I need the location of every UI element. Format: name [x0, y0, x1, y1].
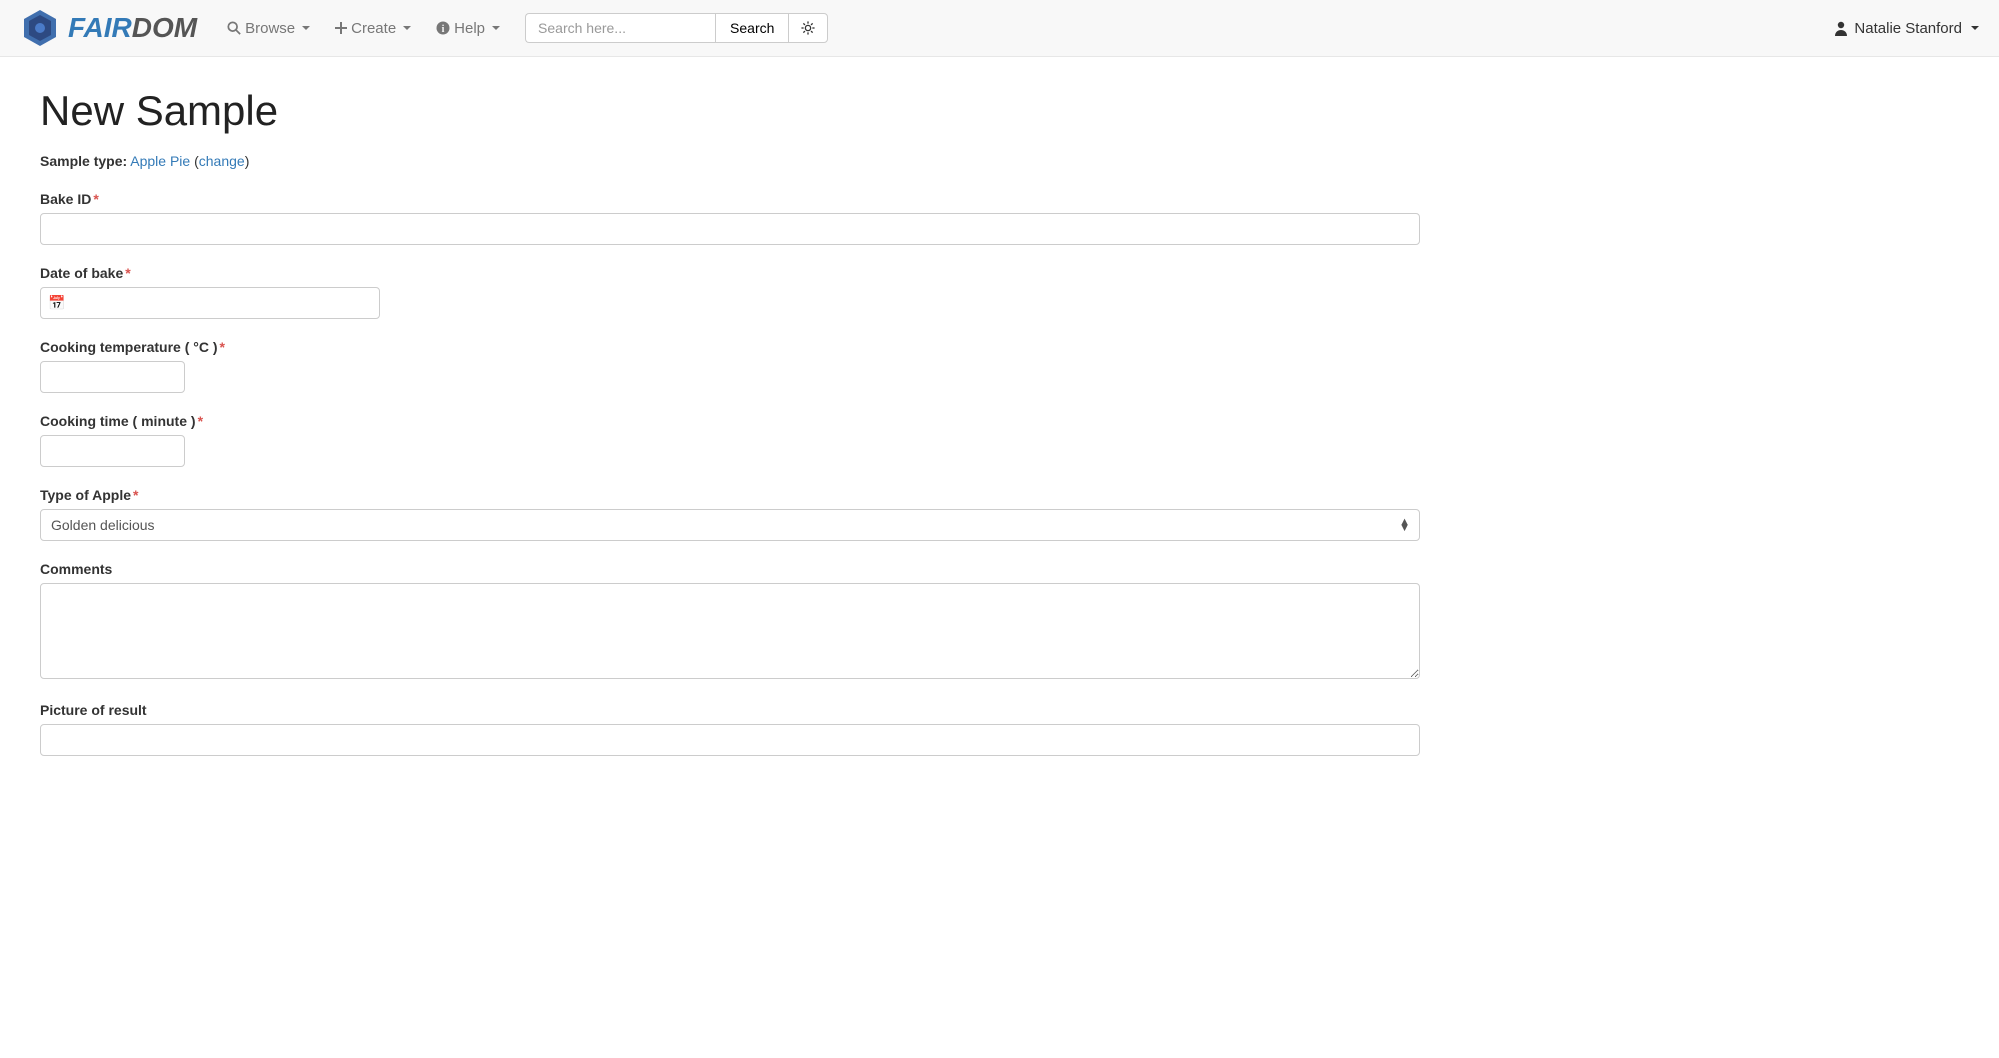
field-cooking-time: Cooking time ( minute )*	[40, 413, 1420, 467]
svg-text:i: i	[442, 24, 445, 35]
required-marker: *	[220, 339, 225, 355]
nav-create[interactable]: Create	[335, 20, 411, 37]
navbar: FAIRDOM Browse Create i Help Search	[0, 0, 1999, 57]
date-of-bake-label: Date of bake*	[40, 265, 1420, 281]
type-of-apple-label: Type of Apple*	[40, 487, 1420, 503]
picture-of-result-input[interactable]	[40, 724, 1420, 756]
bake-id-label: Bake ID*	[40, 191, 1420, 207]
user-icon	[1834, 20, 1848, 36]
main-content: New Sample Sample type: Apple Pie (chang…	[0, 57, 1460, 806]
nav-help[interactable]: i Help	[436, 20, 500, 37]
cooking-temperature-input[interactable]	[40, 361, 185, 393]
logo-link[interactable]: FAIRDOM	[20, 8, 197, 48]
nav-browse[interactable]: Browse	[227, 20, 310, 37]
cooking-time-label: Cooking time ( minute )*	[40, 413, 1420, 429]
search-group: Search	[525, 13, 828, 43]
logo-text-fair: FAIR	[68, 12, 132, 44]
caret-down-icon	[492, 26, 500, 30]
required-marker: *	[133, 487, 138, 503]
picture-of-result-label: Picture of result	[40, 702, 1420, 718]
caret-down-icon	[403, 26, 411, 30]
comments-textarea[interactable]	[40, 583, 1420, 679]
caret-down-icon	[302, 26, 310, 30]
change-sample-type-link[interactable]: change	[199, 153, 245, 169]
fairdom-logo-icon	[20, 8, 60, 48]
field-date-of-bake: Date of bake* 📅	[40, 265, 1420, 319]
search-settings-button[interactable]	[788, 13, 828, 43]
user-menu[interactable]: Natalie Stanford	[1834, 20, 1979, 37]
user-name: Natalie Stanford	[1854, 20, 1962, 37]
date-of-bake-input[interactable]	[40, 287, 380, 319]
search-icon	[227, 21, 241, 35]
nav-create-label: Create	[351, 20, 396, 37]
type-of-apple-select[interactable]: Golden delicious	[40, 509, 1420, 541]
search-button[interactable]: Search	[715, 13, 788, 43]
bake-id-input[interactable]	[40, 213, 1420, 245]
required-marker: *	[93, 191, 98, 207]
caret-down-icon	[1971, 26, 1979, 30]
calendar-icon: 📅	[48, 295, 65, 312]
required-marker: *	[198, 413, 203, 429]
field-comments: Comments	[40, 561, 1420, 682]
sample-type-line: Sample type: Apple Pie (change)	[40, 153, 1420, 169]
sample-type-label: Sample type:	[40, 153, 127, 169]
field-picture-of-result: Picture of result	[40, 702, 1420, 756]
logo-text-dom: DOM	[132, 12, 197, 44]
search-input[interactable]	[525, 13, 715, 43]
cooking-temperature-label: Cooking temperature ( °C )*	[40, 339, 1420, 355]
nav-browse-label: Browse	[245, 20, 295, 37]
required-marker: *	[125, 265, 130, 281]
nav-items: Browse Create i Help	[227, 20, 500, 37]
cooking-time-input[interactable]	[40, 435, 185, 467]
gear-icon	[801, 21, 815, 35]
sample-type-link[interactable]: Apple Pie	[130, 153, 190, 169]
page-title: New Sample	[40, 87, 1420, 135]
plus-icon	[335, 22, 347, 34]
info-icon: i	[436, 21, 450, 35]
field-type-of-apple: Type of Apple* Golden delicious ▲▼	[40, 487, 1420, 541]
comments-label: Comments	[40, 561, 1420, 577]
nav-help-label: Help	[454, 20, 485, 37]
field-bake-id: Bake ID*	[40, 191, 1420, 245]
field-cooking-temperature: Cooking temperature ( °C )*	[40, 339, 1420, 393]
